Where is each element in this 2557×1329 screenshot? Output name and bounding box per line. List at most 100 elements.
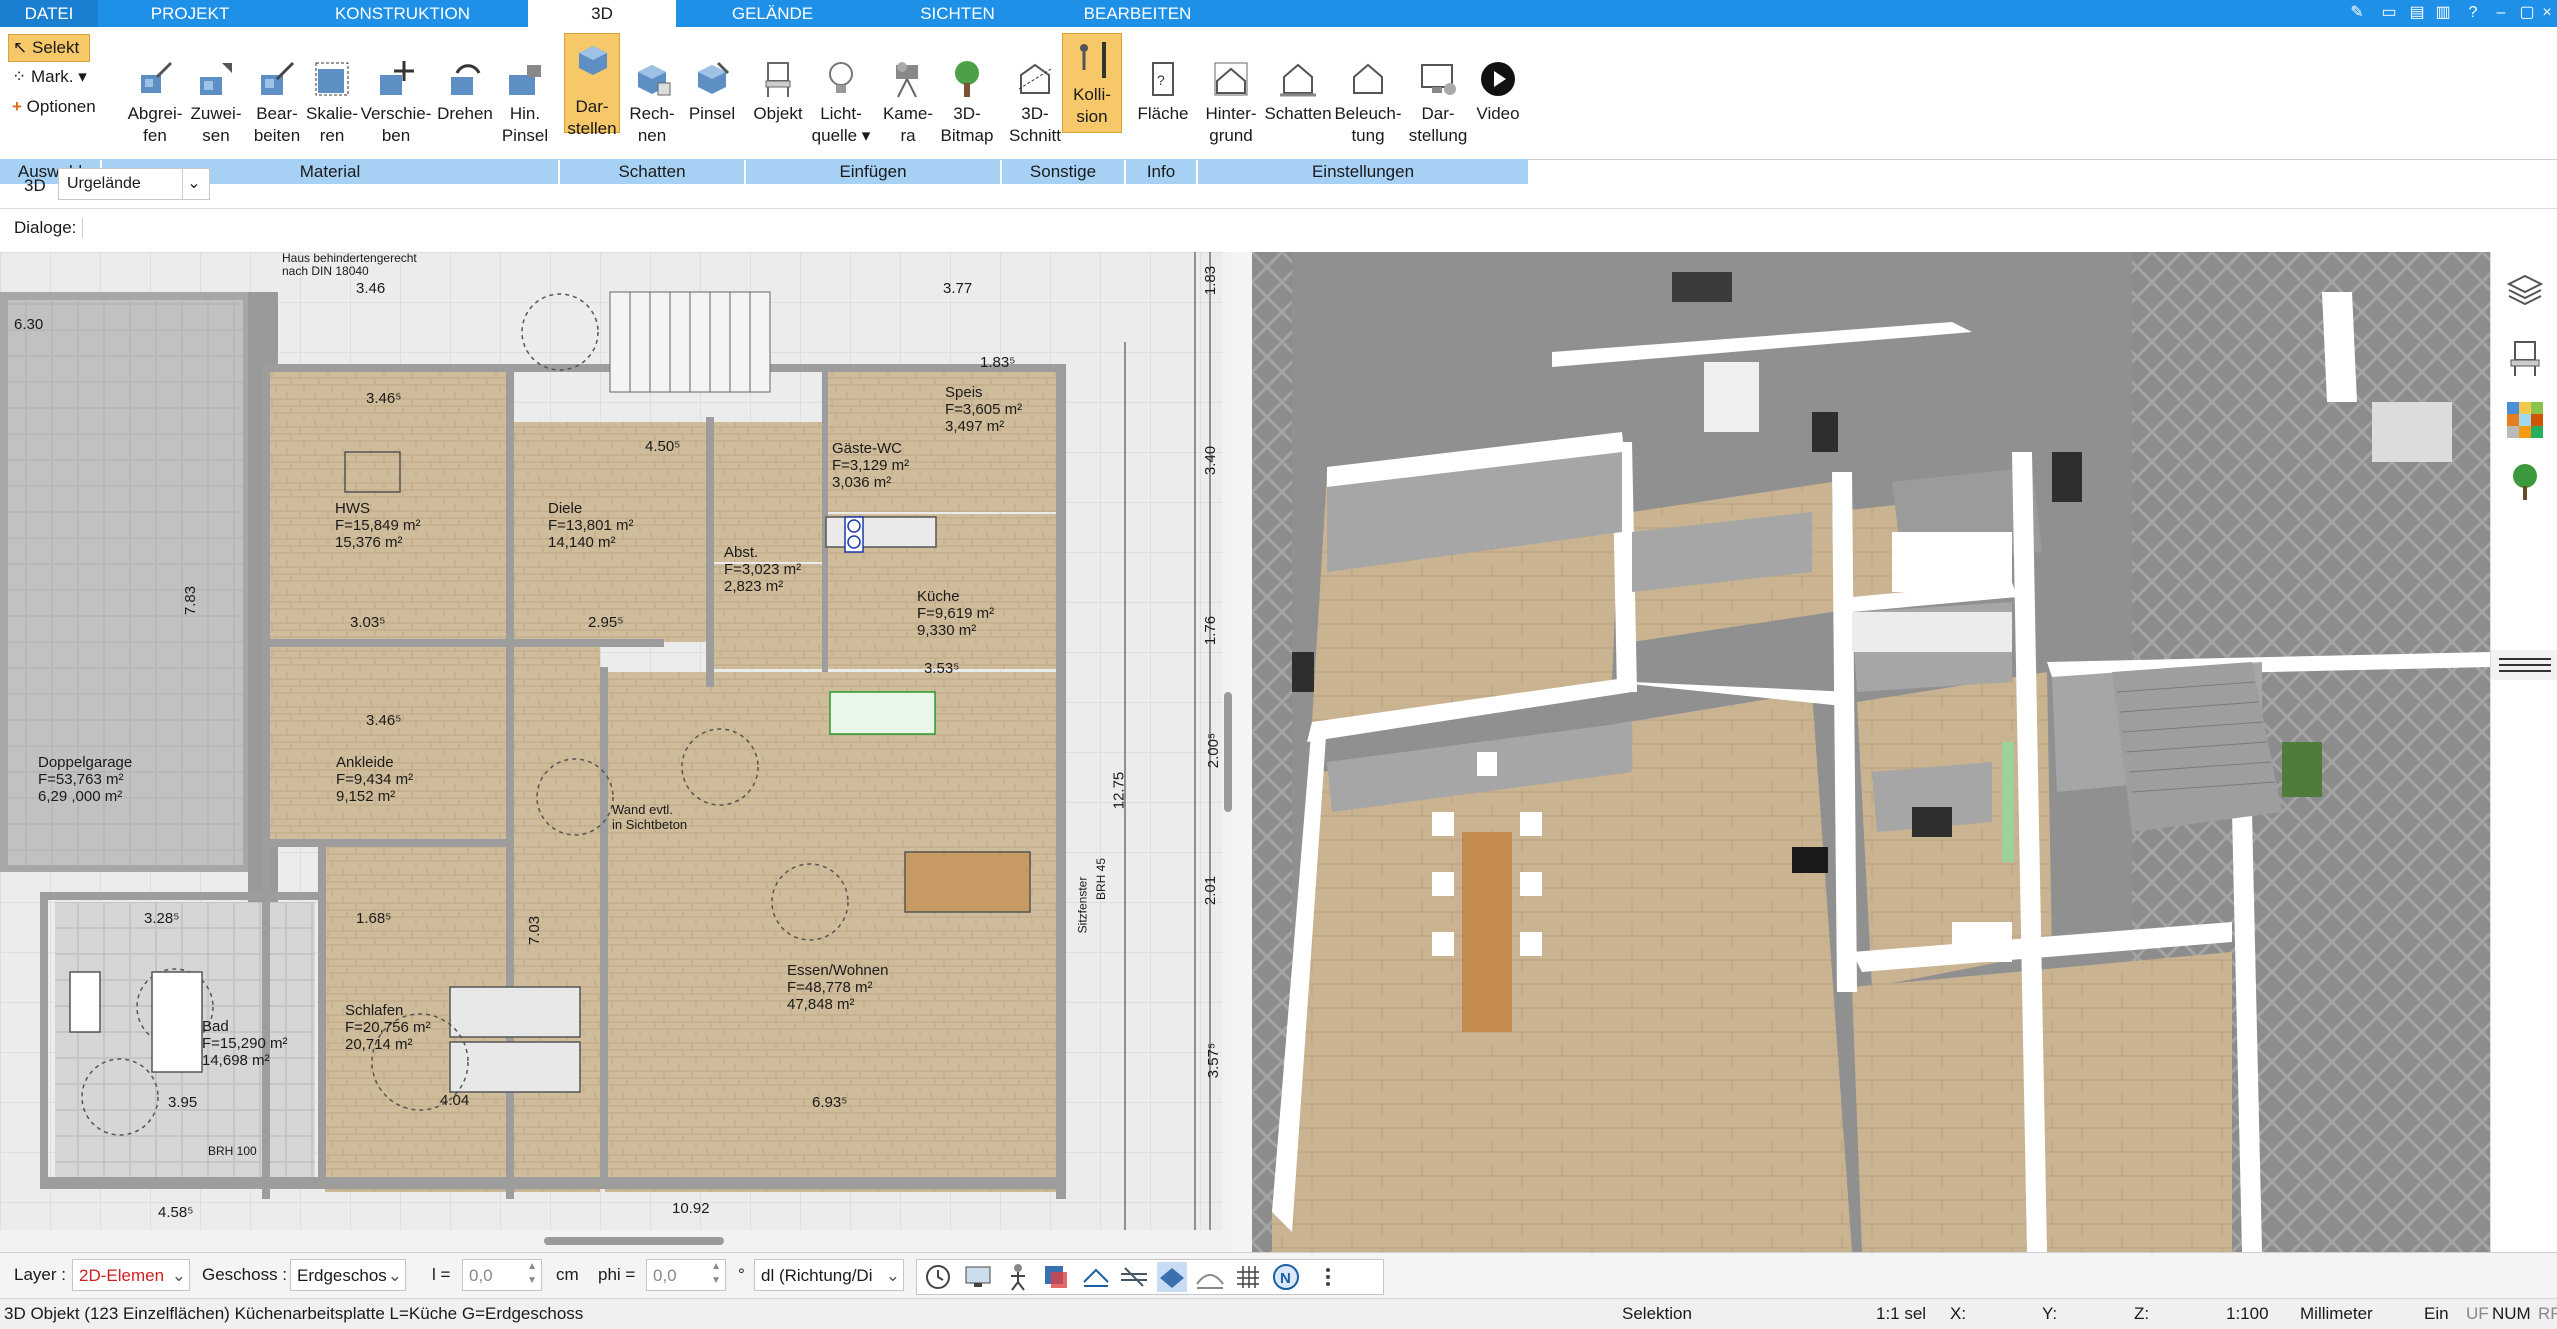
zuweisen-button[interactable]: Zuwei-sen	[184, 59, 248, 147]
walk-icon[interactable]	[1003, 1262, 1033, 1292]
terrain-icon[interactable]	[1195, 1262, 1225, 1292]
group-info: Info	[1126, 159, 1196, 184]
geschoss-select[interactable]: Erdgeschos ⌄	[290, 1259, 406, 1291]
north-icon[interactable]: N	[1271, 1262, 1301, 1292]
layers-icon[interactable]	[2505, 270, 2545, 310]
status-unit: Millimeter	[2300, 1304, 2373, 1323]
length-input[interactable]: 0,0 ▲ ▼	[462, 1259, 542, 1291]
splitter[interactable]	[1234, 252, 1252, 1252]
select-button[interactable]: ↖ Selekt	[8, 34, 90, 62]
screen-icon[interactable]	[963, 1262, 993, 1292]
panel-menu-icon[interactable]	[2491, 650, 2557, 680]
room-label-bad: Bad F=15,290 m² 14,698 m²	[202, 1018, 288, 1069]
dim-label: 10.92	[672, 1200, 710, 1217]
room-label-hws: HWS F=15,849 m² 15,376 m²	[335, 500, 421, 551]
restore-icon[interactable]: ▭	[2376, 2, 2402, 24]
direction-select[interactable]: dl (Richtung/Di ⌄	[754, 1259, 904, 1291]
objekt-button[interactable]: Objekt	[748, 59, 808, 125]
chair-icon	[765, 62, 791, 97]
layer-select[interactable]: 2D-Elemen ⌄	[72, 1259, 190, 1291]
materials-icon[interactable]	[2505, 400, 2545, 440]
geschoss-label: Geschoss :	[202, 1265, 288, 1284]
close-icon[interactable]: ×	[2538, 2, 2556, 24]
surface-icon[interactable]	[1157, 1262, 1187, 1292]
mark-button[interactable]: ⁘ Mark. ▾	[8, 64, 87, 90]
hatch-icon[interactable]	[1119, 1262, 1149, 1292]
tab-datei[interactable]: DATEI	[0, 0, 98, 27]
plan-vscroll-thumb[interactable]	[1224, 692, 1232, 812]
3d-schnitt-button[interactable]: 3D- Schnitt	[1004, 59, 1066, 147]
plan-hscrollbar[interactable]	[0, 1230, 1222, 1252]
tab-bearbeiten[interactable]: BEARBEITEN	[1050, 0, 1225, 27]
minimize-icon[interactable]: –	[2488, 2, 2514, 24]
plan-vscrollbar[interactable]	[1222, 252, 1234, 1252]
beleuchtung-button[interactable]: Beleuch-tung	[1332, 59, 1404, 147]
phi-input[interactable]: 0,0 ▲ ▼	[646, 1259, 726, 1291]
plants-icon[interactable]	[2505, 462, 2545, 502]
hintergrund-button[interactable]: Hinter-grund	[1198, 59, 1264, 147]
background-icon	[1214, 62, 1248, 96]
dim-label: 7.83	[182, 585, 200, 616]
kamera-button[interactable]: Kame-ra	[876, 59, 940, 147]
help-icon[interactable]: ?	[2460, 2, 2486, 24]
dim-label: 3.77	[943, 280, 973, 297]
video-button[interactable]: Video	[1470, 59, 1526, 125]
stepper-icon[interactable]: ▲ ▼	[527, 1260, 537, 1288]
schatten-settings-button[interactable]: Schatten	[1262, 59, 1334, 125]
dim-label: 3.03⁵	[350, 614, 386, 631]
skalieren-button[interactable]: Skalie-ren	[304, 59, 360, 147]
hin-pinsel-button[interactable]: Hin. Pinsel	[496, 59, 554, 147]
plan-hscroll-thumb[interactable]	[544, 1237, 724, 1245]
tab-projekt[interactable]: PROJEKT	[110, 0, 270, 27]
dim-label: 12.75	[1110, 771, 1128, 810]
status-info: 3D Objekt (123 Einzelflächen) Küchenarbe…	[4, 1304, 584, 1323]
lichtquelle-button[interactable]: Licht-quelle ▾	[806, 59, 876, 147]
brush-cube-icon	[698, 61, 730, 94]
darstellen-button[interactable]: Dar-stellen	[564, 33, 620, 138]
wall-note: Wand evtl. in Sichtbeton	[612, 802, 688, 832]
rotate-icon	[451, 64, 481, 95]
tab-3d[interactable]: 3D	[528, 0, 676, 27]
pinsel-button[interactable]: Pinsel	[682, 59, 742, 125]
3d-view[interactable]	[1252, 252, 2490, 1252]
room-label-kueche: Küche F=9,619 m² 9,330 m²	[917, 588, 995, 639]
lightbulb-icon	[829, 62, 853, 93]
verschieben-button[interactable]: Verschie-ben	[356, 59, 436, 147]
grid-icon[interactable]	[1233, 1262, 1263, 1292]
status-z: Z:	[2134, 1304, 2150, 1323]
dock-icon[interactable]: ▥	[2430, 2, 2456, 24]
wireframe-icon[interactable]	[1081, 1262, 1111, 1292]
dim-label: 3.95	[168, 1094, 198, 1111]
tab-sichten[interactable]: SICHTEN	[885, 0, 1030, 27]
maximize-icon[interactable]: ▢	[2514, 2, 2540, 24]
stepper-icon[interactable]: ▲ ▼	[711, 1260, 721, 1288]
input-bar: Layer : 2D-Elemen ⌄ Geschoss : Erdgeschos…	[0, 1252, 2557, 1299]
tools-icon[interactable]: ✎	[2344, 2, 2370, 24]
flaeche-button[interactable]: ? Fläche	[1130, 59, 1196, 125]
furniture-icon[interactable]	[2505, 338, 2545, 378]
bearbeiten-button[interactable]: Bear-beiten	[244, 59, 310, 147]
floor-plan-2d[interactable]: HWS F=15,849 m² 15,376 m² Diele F=13,801 m²…	[0, 252, 1234, 1252]
rechnen-button[interactable]: Rech-nen	[620, 59, 684, 147]
drehen-button[interactable]: Drehen	[432, 59, 498, 125]
shading-icon[interactable]	[1041, 1262, 1071, 1292]
clock-icon[interactable]	[923, 1262, 953, 1292]
degree-label: °	[738, 1265, 745, 1284]
length-label: l =	[432, 1265, 451, 1284]
options-button[interactable]: + Optionen	[8, 94, 96, 120]
room-label-gaeste-wc: Gäste-WC F=3,129 m² 3,036 m²	[832, 440, 910, 491]
darstellung-button[interactable]: Dar-stellung	[1402, 59, 1474, 147]
group-schatten: Schatten	[560, 159, 744, 184]
abgreifen-button[interactable]: Abgrei-fen	[122, 59, 188, 147]
right-toolbar	[2490, 252, 2557, 1252]
layout-icon[interactable]: ▤	[2404, 2, 2430, 24]
tab-konstruktion[interactable]: KONSTRUKTION	[300, 0, 505, 27]
monitor-icon	[1421, 64, 1456, 95]
more-options-icon[interactable]	[1313, 1262, 1343, 1292]
room-label-diele: Diele F=13,801 m² 14,140 m²	[548, 500, 634, 551]
status-y: Y:	[2042, 1304, 2058, 1323]
tab-gelaende[interactable]: GELÄNDE	[690, 0, 855, 27]
kollision-button[interactable]: Kolli-sion	[1062, 33, 1122, 133]
3d-bitmap-button[interactable]: 3D- Bitmap	[936, 59, 998, 147]
view-selector[interactable]: Urgelände ⌄	[58, 168, 210, 200]
